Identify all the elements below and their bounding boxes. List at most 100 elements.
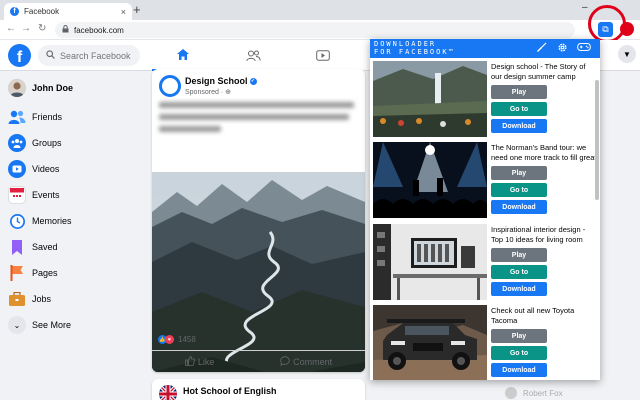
download-button[interactable]: Download xyxy=(491,119,547,133)
clock-icon xyxy=(8,212,26,230)
forward-icon[interactable]: → xyxy=(21,23,31,34)
facebook-search[interactable] xyxy=(38,45,140,66)
url-field[interactable]: facebook.com xyxy=(55,22,575,38)
broom-icon[interactable] xyxy=(536,42,547,56)
sidebar-item-pages[interactable]: Pages xyxy=(8,262,58,284)
sidebar-item-friends[interactable]: Friends xyxy=(8,106,62,128)
chevron-down-icon: ⌄ xyxy=(8,316,26,334)
friends-icon xyxy=(245,50,261,61)
scrollbar[interactable] xyxy=(595,80,599,200)
sidebar-item-label: Videos xyxy=(32,164,60,174)
search-input[interactable] xyxy=(60,50,140,61)
play-button[interactable]: Play xyxy=(491,248,547,262)
sidebar-item-label: Jobs xyxy=(32,294,52,304)
post-author[interactable]: Design School ✓ xyxy=(185,76,257,86)
list-item: Inspirational interior design - Top 10 i… xyxy=(373,224,593,306)
new-tab-button[interactable]: + xyxy=(133,3,141,17)
post-author-name[interactable]: Design School xyxy=(185,76,248,86)
comment-label: Comment xyxy=(293,357,333,367)
sidebar-item-label: Pages xyxy=(32,268,58,278)
back-icon[interactable]: ← xyxy=(6,23,16,34)
contact-item[interactable]: Robert Fox xyxy=(505,387,563,399)
video-title: Inspirational interior design - Top 10 i… xyxy=(491,225,586,244)
calendar-icon xyxy=(8,186,26,204)
list-item: Design school - The Story of our design … xyxy=(373,61,593,143)
reaction-count: 1458 xyxy=(178,335,196,344)
play-button[interactable]: Play xyxy=(491,85,547,99)
facebook-logo[interactable]: f xyxy=(8,44,31,67)
sidebar-item-label: Memories xyxy=(32,216,72,226)
search-icon xyxy=(46,50,55,61)
list-item: The Norman's Band tour: we need one more… xyxy=(373,142,596,224)
download-button[interactable]: Download xyxy=(491,282,547,296)
download-button[interactable]: Download xyxy=(491,363,547,377)
friends-icon xyxy=(8,108,26,126)
watch-icon xyxy=(316,50,330,61)
groups-icon xyxy=(8,134,26,152)
sidebar-item-label: Saved xyxy=(32,242,58,252)
go-to-button[interactable]: Go to xyxy=(491,183,547,197)
avatar xyxy=(505,387,517,399)
go-to-button[interactable]: Go to xyxy=(491,265,547,279)
facebook-favicon-icon: f xyxy=(10,7,19,16)
gear-icon[interactable] xyxy=(557,42,568,56)
close-tab-icon[interactable]: × xyxy=(121,7,126,17)
post-author[interactable]: Hot School of English xyxy=(183,386,277,396)
comment-button[interactable]: Comment xyxy=(280,356,332,367)
uk-flag-avatar[interactable] xyxy=(159,385,177,400)
page-avatar[interactable] xyxy=(159,75,181,97)
video-title: Check out all new Toyota Tacoma xyxy=(491,306,575,325)
go-to-button[interactable]: Go to xyxy=(491,102,547,116)
reactions-summary[interactable]: 👍 ♥ 1458 xyxy=(158,335,196,344)
blurred-post-text xyxy=(159,102,359,138)
download-button[interactable]: Download xyxy=(491,200,547,214)
sidebar-item-label: Groups xyxy=(32,138,62,148)
popup-header: DOWNLOADER FOR FACEBOOK™ xyxy=(370,39,600,58)
home-tab[interactable] xyxy=(152,40,214,71)
reload-icon[interactable]: ↻ xyxy=(38,23,46,34)
account-menu-button[interactable]: ▼ xyxy=(618,45,636,63)
browser-tab-bar: f Facebook × + – xyxy=(0,0,640,20)
minimize-icon[interactable]: – xyxy=(582,2,588,13)
popup-title-line-2: FOR FACEBOOK™ xyxy=(374,48,455,56)
video-thumbnail[interactable] xyxy=(373,61,487,137)
feed-post-2: Hot School of English xyxy=(152,379,365,400)
popup-title-line-1: DOWNLOADER xyxy=(374,40,437,48)
play-button[interactable]: Play xyxy=(491,166,547,180)
sidebar-item-events[interactable]: Events xyxy=(8,184,60,206)
lock-icon xyxy=(62,25,69,35)
like-button[interactable]: Like xyxy=(184,356,214,367)
video-thumbnail[interactable] xyxy=(373,142,487,218)
downloader-popup: DOWNLOADER FOR FACEBOOK™ Design school -… xyxy=(370,39,600,380)
video-icon xyxy=(8,160,26,178)
avatar xyxy=(8,79,26,97)
thumbs-up-icon xyxy=(184,356,195,366)
sidebar-item-profile[interactable]: John Doe xyxy=(8,77,73,99)
browser-tab[interactable]: f Facebook × xyxy=(4,3,132,20)
love-reaction-icon: ♥ xyxy=(165,335,174,344)
browser-tab-title: Facebook xyxy=(24,7,60,16)
address-bar: ← → ↻ facebook.com xyxy=(0,20,640,40)
sidebar-item-jobs[interactable]: Jobs xyxy=(8,288,51,310)
flag-icon xyxy=(8,264,26,282)
sponsored-text: Sponsored xyxy=(185,89,219,96)
go-to-button[interactable]: Go to xyxy=(491,346,547,360)
sidebar-item-memories[interactable]: Memories xyxy=(8,210,72,232)
video-thumbnail[interactable] xyxy=(373,305,487,380)
friends-tab[interactable] xyxy=(222,40,284,71)
play-button[interactable]: Play xyxy=(491,329,547,343)
highlight-circle xyxy=(588,5,626,43)
list-item: Check out all new Toyota Tacoma Play Go … xyxy=(373,305,593,380)
sidebar-item-see-more[interactable]: ⌄ See More xyxy=(8,314,71,336)
popup-title: DOWNLOADER FOR FACEBOOK™ xyxy=(374,40,455,56)
download-list[interactable]: Design school - The Story of our design … xyxy=(370,58,600,380)
gamepad-icon[interactable] xyxy=(577,42,591,55)
sidebar-item-groups[interactable]: Groups xyxy=(8,132,62,154)
sidebar-item-videos[interactable]: Videos xyxy=(8,158,59,180)
video-thumbnail[interactable] xyxy=(373,224,487,300)
sidebar-item-label: Events xyxy=(32,190,60,200)
home-icon xyxy=(177,49,189,60)
sidebar-item-saved[interactable]: Saved xyxy=(8,236,58,258)
watch-tab[interactable] xyxy=(292,40,354,71)
sidebar-item-label: Friends xyxy=(32,112,63,122)
